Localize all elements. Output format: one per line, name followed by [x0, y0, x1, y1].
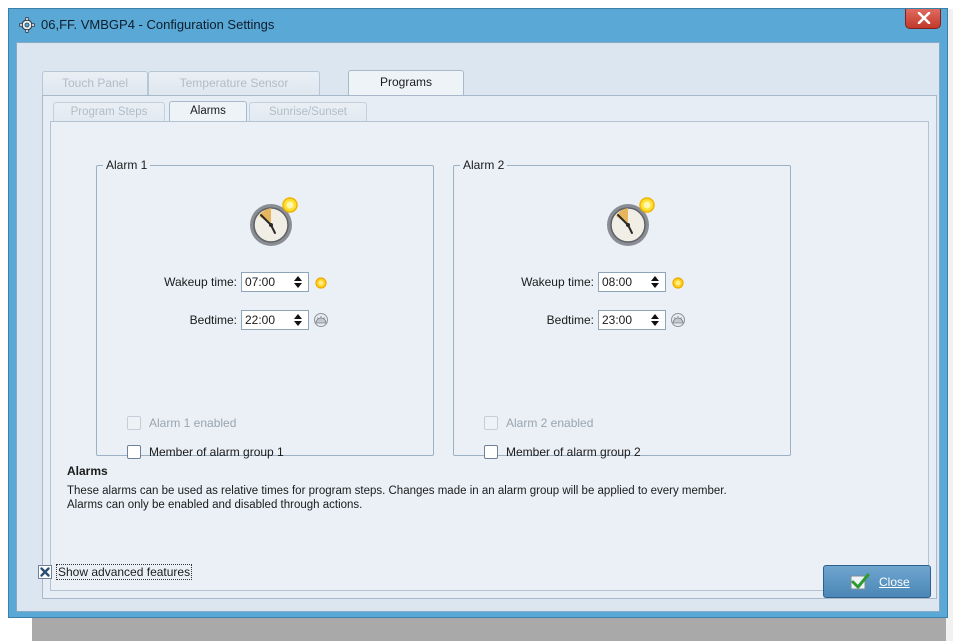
spinner-arrows-icon[interactable] [650, 313, 660, 327]
tab-label: Sunrise/Sunset [269, 106, 347, 118]
spinner-arrows-icon[interactable] [293, 313, 303, 327]
spinner-arrows-icon[interactable] [293, 275, 303, 289]
checkbox-box[interactable] [484, 445, 498, 459]
spinner-value: 23:00 [602, 313, 633, 327]
button-label: Close [879, 575, 910, 589]
x-mark-icon [40, 567, 50, 577]
checkbox-label: Show advanced features [56, 564, 193, 580]
info-description: These alarms can be used as relative tim… [67, 485, 727, 511]
wakeup-time-label: Wakeup time: [164, 275, 237, 289]
alarm-1-group: Alarm 1 Wakeup time: 07:00 Bedtime: 22:0… [96, 158, 434, 459]
checkbox-label: Member of alarm group 1 [149, 445, 284, 459]
tab-programs[interactable]: Programs [348, 70, 464, 96]
sun-icon [672, 277, 684, 289]
gear-icon [19, 17, 35, 33]
window-shadow [32, 616, 946, 641]
config-window: 06,FF. VMBGP4 - Configuration Settings T… [8, 8, 948, 618]
alarm-clock-icon [250, 197, 298, 246]
tab-label: Touch Panel [61, 76, 129, 90]
sun-icon [315, 277, 327, 289]
wakeup-time-spinner[interactable]: 08:00 [598, 272, 666, 292]
bedtime-spinner[interactable]: 22:00 [241, 310, 309, 330]
close-icon [917, 12, 931, 24]
wakeup-time-spinner[interactable]: 07:00 [241, 272, 309, 292]
checkbox-box[interactable] [127, 416, 141, 430]
bedtime-label: Bedtime: [189, 313, 237, 327]
alarm-clock-icon [607, 197, 655, 246]
checkbox-box[interactable] [484, 416, 498, 430]
window-close-button[interactable] [905, 9, 941, 29]
tab-sunrise-sunset[interactable]: Sunrise/Sunset [249, 102, 367, 123]
sunset-icon [671, 313, 685, 327]
tab-temperature-sensor[interactable]: Temperature Sensor [148, 71, 320, 95]
tab-label: Programs [379, 75, 432, 89]
alarm-2-group: Alarm 2 Wakeup time: 08:00 Bedtime: 23:0… [453, 158, 791, 459]
check-icon [850, 573, 870, 590]
bedtime-spinner[interactable]: 23:00 [598, 310, 666, 330]
window-title: 06,FF. VMBGP4 - Configuration Settings [41, 17, 275, 32]
info-title: Alarms [67, 464, 108, 478]
tab-label: Temperature Sensor [179, 76, 289, 90]
group-legend: Alarm 2 [460, 158, 508, 172]
tab-touch-panel[interactable]: Touch Panel [42, 71, 148, 95]
sunset-icon [314, 313, 328, 327]
checkbox-box[interactable] [127, 445, 141, 459]
close-button[interactable]: Close [823, 565, 931, 598]
tab-program-steps[interactable]: Program Steps [53, 102, 165, 123]
title-bar[interactable]: 06,FF. VMBGP4 - Configuration Settings [9, 9, 947, 41]
wakeup-time-label: Wakeup time: [521, 275, 594, 289]
tab-label: Program Steps [70, 106, 148, 118]
checkbox-box[interactable] [38, 565, 52, 579]
bedtime-label: Bedtime: [546, 313, 594, 327]
group-legend: Alarm 1 [103, 158, 151, 172]
dialog-body: Touch Panel Temperature Sensor Programs … [16, 42, 940, 612]
spinner-value: 07:00 [245, 275, 276, 289]
spinner-value: 08:00 [602, 275, 633, 289]
spinner-value: 22:00 [245, 313, 276, 327]
tab-label: Alarms [190, 105, 226, 117]
checkbox-label: Member of alarm group 2 [506, 445, 641, 459]
spinner-arrows-icon[interactable] [650, 275, 660, 289]
checkbox-label: Alarm 1 enabled [149, 416, 237, 430]
checkbox-label: Alarm 2 enabled [506, 416, 594, 430]
